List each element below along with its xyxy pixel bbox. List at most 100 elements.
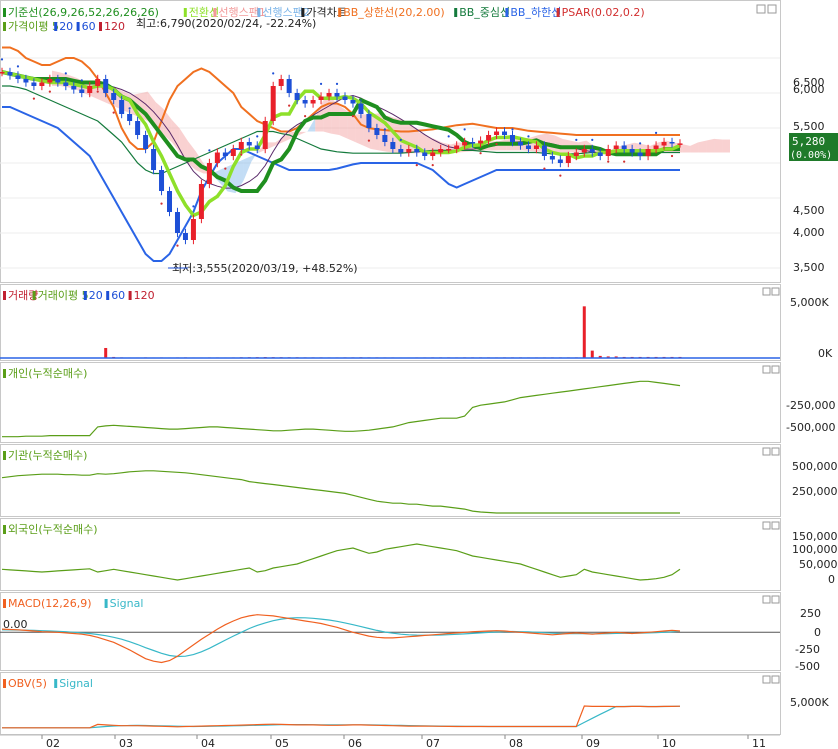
legend-swatch [3,599,6,608]
psar-dot [48,90,51,93]
price-ytick: 6,000 [793,83,825,96]
candle-body [198,184,204,219]
legend-swatch [183,8,187,17]
legend-label: 20 [89,289,103,302]
candle-body [326,93,332,97]
inst-ytick: 250,000 [792,485,838,498]
candle-body [605,149,611,156]
volume-maximize-button[interactable] [771,287,780,296]
panel-buttons[interactable] [756,4,780,684]
inst-minimize-button[interactable] [762,447,771,456]
x-tick-label: 10 [662,737,676,749]
price-ytick: 4,000 [793,226,825,239]
price-maximize-button[interactable] [767,4,777,14]
psar-dot [591,138,594,141]
candle-body [294,93,300,100]
ichimoku-cloud-segment [243,156,252,181]
legend-swatch [54,679,58,688]
candle-body [382,135,388,142]
volume-minimize-button[interactable] [762,287,771,296]
candle-body [573,152,579,156]
candle-body [597,152,603,156]
candle-body [31,82,37,86]
candle-body [63,82,69,86]
psar-dot [128,107,131,110]
candle-body [661,142,667,146]
panel-frames [0,0,781,735]
macd-ytick: -500 [795,660,820,673]
psar-dot [96,90,99,93]
foreign-minimize-button[interactable] [762,521,771,530]
candle-body [71,86,77,90]
psar-dot [431,164,434,167]
macd-ytick: 250 [800,607,821,620]
candle-body [390,142,396,149]
high-annotation: 최고:6,790(2020/02/24, -22.24%) [136,17,316,30]
legend-swatch [454,8,458,17]
volume-yticks: 5,000K 0K [790,296,833,360]
candle-body [454,145,460,149]
candle-body [494,131,500,135]
candle-body [270,86,276,121]
candle-body [366,114,372,128]
candle-body [525,145,531,149]
inst-ytick: 500,000 [792,460,838,473]
candle-body [238,142,244,149]
obv-yticks: 5,000K [790,696,829,709]
legend-swatch [76,22,80,31]
ichimoku-cloud-segment [690,142,699,153]
candle-body [517,142,523,146]
retail-yticks: -250,000 -500,000 [786,399,835,434]
legend-label: 가격이평 5 [8,20,59,33]
candle-body [486,135,492,141]
inst-series-layer [1,470,680,514]
legend-label: BB_중심선 [459,6,510,19]
retail-minimize-button[interactable] [762,365,771,374]
candle-body [533,145,539,149]
foreign-ytick: 150,000 [792,530,838,543]
legend-label: 120 [104,20,125,33]
psar-dot [319,82,323,85]
psar-dot [463,128,466,131]
macd-ytick: -250 [795,643,820,656]
psar-dot [224,167,227,170]
candle-body [478,140,484,144]
foreign-maximize-button[interactable] [771,521,780,530]
legend-swatch [213,8,217,17]
obv-maximize-button[interactable] [771,675,780,684]
candle-body [422,152,428,156]
candle-body [470,142,476,144]
candle-body [0,72,5,74]
macd-maximize-button[interactable] [771,595,780,604]
legend-label: BB_하한선 [510,5,561,19]
ichimoku-cloud-segment [339,105,348,139]
inst-maximize-button[interactable] [771,447,780,456]
candle-body [398,149,404,153]
candle-body [430,152,436,156]
obv-minimize-button[interactable] [762,675,771,684]
candle-body [111,93,117,100]
foreign-panel-frame [0,518,781,591]
foreign-line [1,543,681,581]
macd-zero-label: 0.00 [3,618,28,631]
foreign-ytick: 0 [828,573,835,586]
candle-body [438,149,444,153]
candle-body [167,191,173,212]
candle-body [613,145,619,149]
psar-dot [479,152,482,155]
legend-swatch [3,369,6,378]
psar-dot [192,205,195,208]
volume-bar [590,350,594,358]
x-tick-label: 08 [509,737,523,749]
legend-label: 20 [59,20,73,33]
retail-maximize-button[interactable] [771,365,780,374]
macd-minimize-button[interactable] [762,595,771,604]
legend-swatch [3,8,6,17]
ichimoku-cloud-segment [714,138,723,153]
obv-series-layer [2,705,681,729]
candle-body [462,142,468,146]
candle-body [182,233,188,240]
stock-chart: 기준선(26,9,26,52,26,26,26) 전환선 선행스팬1선행스팬2가격차… [0,0,838,749]
price-minimize-button[interactable] [756,4,766,14]
psar-dot [64,72,67,75]
